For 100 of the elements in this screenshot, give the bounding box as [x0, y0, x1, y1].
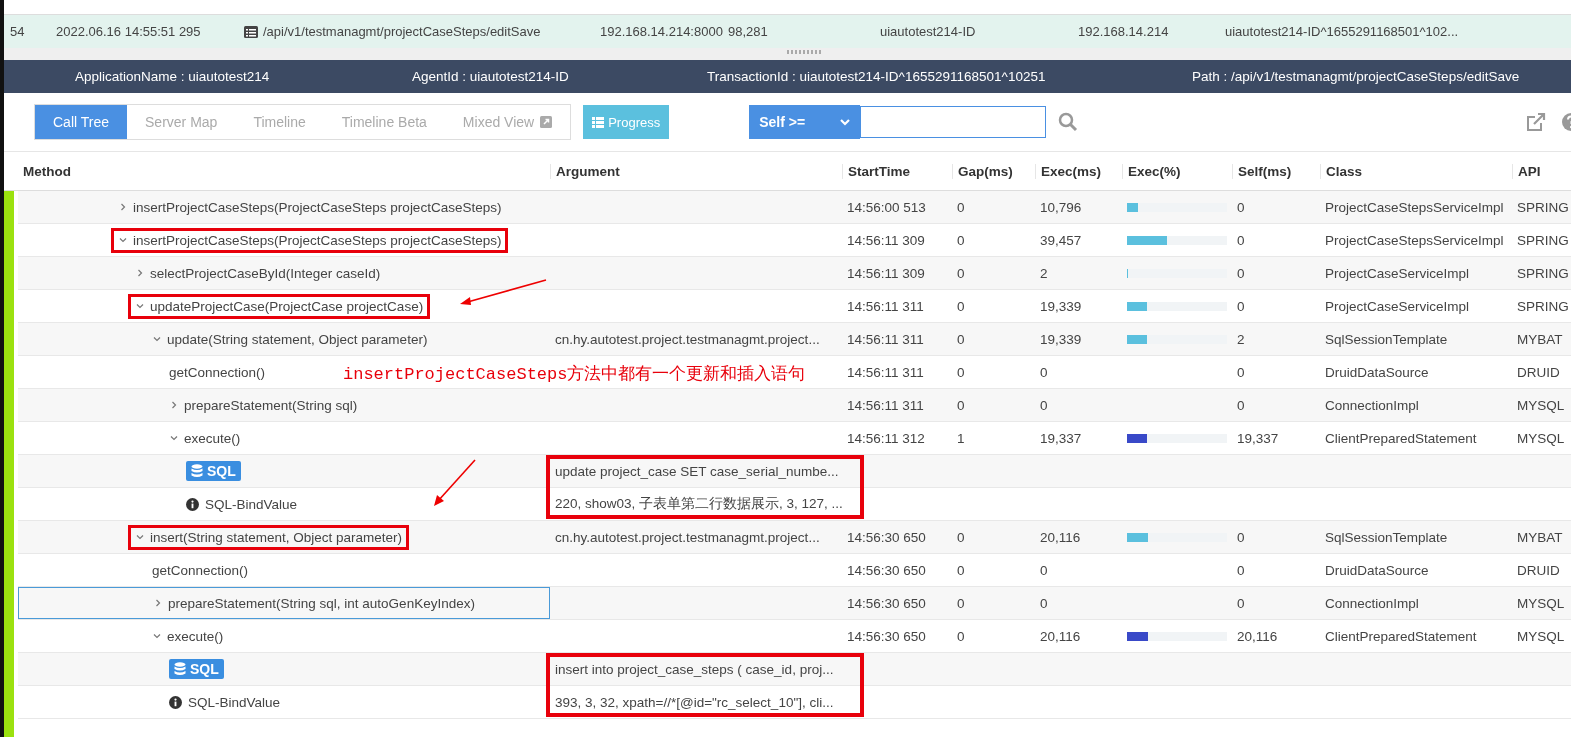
table-cell: 0 — [1237, 298, 1245, 314]
table-cell: 10,796 — [1040, 199, 1082, 215]
table-cell: 14:56:11 311 — [847, 331, 924, 347]
chevron-down-icon[interactable] — [118, 235, 128, 245]
table-cell: ProjectCaseStepsServiceImpl — [1325, 199, 1504, 215]
table-cell: 2 — [1040, 265, 1048, 281]
transaction-row[interactable]: 54 2022.06.16 14:55:51 295 /api/v1/testmanagmt/projectCaseSteps/editSave 192.168.14.214:8000 98,281 uiautotest214-ID 192.168.14.214 uiautotest214-ID^1655291168501^102... — [4, 15, 1571, 48]
filter-input[interactable] — [860, 106, 1047, 138]
table-cell: MYSQL — [1517, 397, 1565, 413]
table-cell: 14:56:30 650 — [847, 562, 926, 578]
table-icon — [592, 116, 605, 128]
method-name: update(String statement, Object parameter) — [167, 331, 428, 347]
table-cell: ProjectCaseServiceImpl — [1325, 265, 1470, 281]
method-name: insertProjectCaseSteps(ProjectCaseSteps projectCaseSteps) — [133, 199, 502, 215]
info-text: TransactionId : uiautotest214-ID^1655291168501^10251 — [707, 69, 1046, 84]
table-cell: 0 — [957, 298, 965, 314]
table-cell: ClientPreparedStatement — [1325, 628, 1477, 644]
table-cell: 19,337 — [1237, 430, 1279, 446]
column-header[interactable]: Exec(ms) — [1035, 163, 1122, 179]
table-cell: 0 — [957, 628, 965, 644]
table-cell: MYSQL — [1517, 430, 1565, 446]
resize-handle[interactable] — [787, 50, 823, 54]
column-header[interactable]: Class — [1320, 163, 1512, 179]
info-icon — [186, 497, 199, 511]
chevron-down-icon[interactable] — [169, 433, 179, 443]
info-text: Path : /api/v1/testmanagmt/projectCaseSteps/editSave — [1192, 69, 1520, 84]
method-name: SQL-BindValue — [188, 694, 281, 710]
table-cell: SPRING — [1517, 199, 1569, 215]
table-cell: 0 — [1237, 397, 1245, 413]
table-cell: uiautotest214-ID^1655291168501^102... — [1225, 24, 1459, 39]
table-cell: 0 — [1237, 364, 1245, 380]
table-cell: 0 — [957, 595, 965, 611]
column-header[interactable]: Exec(%) — [1122, 163, 1232, 179]
argument-text: insert into project_case_steps ( case_id, proj... — [555, 661, 834, 677]
table-cell: SqlSessionTemplate — [1325, 529, 1448, 545]
table-cell: 14:56:30 650 — [847, 595, 926, 611]
method-name: insert(String statement, Object parameter) — [150, 529, 403, 545]
column-header[interactable]: Self(ms) — [1232, 163, 1320, 179]
argument-text: 220, show03, 子表单第二行数据展示, 3, 127, ... — [555, 495, 843, 513]
table-cell: uiautotest214-ID — [880, 24, 976, 39]
column-header[interactable]: Method — [18, 163, 550, 179]
column-header[interactable]: Argument — [550, 163, 842, 179]
table-cell: 0 — [1237, 265, 1245, 281]
chevron-down-icon[interactable] — [135, 301, 145, 311]
table-cell: 0 — [957, 331, 965, 347]
info-text: ApplicationName : uiautotest214 — [75, 69, 270, 84]
table-cell: 2022.06.16 14:55:51 295 — [56, 24, 201, 39]
table-cell: 19,337 — [1040, 430, 1082, 446]
table-cell: 0 — [1237, 595, 1245, 611]
table-cell: DruidDataSource — [1325, 364, 1429, 380]
column-header[interactable]: API — [1512, 163, 1571, 179]
caret-icon — [840, 118, 851, 126]
sql-badge: SQL — [169, 659, 224, 679]
table-cell: 14:56:11 311 — [847, 298, 924, 314]
table-cell: 98,281 — [728, 24, 768, 39]
chevron-down-icon[interactable] — [152, 334, 162, 344]
argument-text: update project_case SET case_serial_numbe... — [555, 463, 839, 479]
column-header[interactable]: Gap(ms) — [952, 163, 1035, 179]
table-cell: 0 — [1237, 529, 1245, 545]
table-cell: /api/v1/testmanagmt/projectCaseSteps/editSave — [263, 24, 541, 39]
column-header[interactable]: StartTime — [842, 163, 952, 179]
table-cell: 39,457 — [1040, 232, 1082, 248]
table-cell: 0 — [1237, 199, 1245, 215]
chevron-down-icon[interactable] — [152, 631, 162, 641]
table-cell: MYSQL — [1517, 628, 1565, 644]
table-cell: 14:56:30 650 — [847, 529, 926, 545]
table-cell: 192.168.14.214:8000 — [600, 24, 723, 39]
chevron-right-icon[interactable] — [135, 268, 145, 278]
method-name: getConnection() — [152, 562, 249, 578]
chevron-right-icon[interactable] — [118, 202, 128, 212]
table-cell: 20,116 — [1237, 628, 1278, 644]
table-cell: ProjectCaseServiceImpl — [1325, 298, 1470, 314]
table-cell: 0 — [957, 199, 965, 215]
selected-cell[interactable]: prepareStatement(String sql, int autoGenKeyIndex) — [18, 587, 550, 619]
info-text: AgentId : uiautotest214-ID — [412, 69, 569, 84]
table-cell: SPRING — [1517, 265, 1569, 281]
table-cell: 54 — [10, 24, 25, 39]
argument-text: 393, 3, 32, xpath=//*[@id="rc_select_10"], cli... — [555, 694, 834, 710]
method-name: prepareStatement(String sql) — [184, 397, 358, 413]
table-cell: 0 — [1040, 397, 1048, 413]
table-cell: 0 — [1040, 595, 1048, 611]
table-cell: 0 — [1040, 364, 1048, 380]
method-name: prepareStatement(String sql, int autoGenKeyIndex) — [168, 595, 475, 611]
table-cell: ConnectionImpl — [1325, 595, 1419, 611]
search-icon[interactable] — [1058, 112, 1079, 132]
table-cell: 1 — [957, 430, 965, 446]
method-name: insertProjectCaseSteps(ProjectCaseSteps projectCaseSteps) — [133, 232, 502, 248]
chevron-right-icon[interactable] — [169, 400, 179, 410]
table-cell: DRUID — [1517, 364, 1560, 380]
external-link-icon[interactable] — [1525, 111, 1547, 133]
method-name: selectProjectCaseById(Integer caseId) — [150, 265, 381, 281]
chevron-right-icon[interactable] — [153, 598, 163, 608]
argument-text: cn.hy.autotest.project.testmanagmt.project... — [555, 331, 820, 347]
table-cell: 0 — [957, 232, 965, 248]
table-cell: 0 — [957, 397, 965, 413]
chevron-down-icon[interactable] — [135, 532, 145, 542]
table-cell: 14:56:11 311 — [847, 364, 924, 380]
table-cell: 14:56:00 513 — [847, 199, 926, 215]
table-cell: 0 — [1040, 562, 1048, 578]
list-icon — [244, 25, 258, 38]
